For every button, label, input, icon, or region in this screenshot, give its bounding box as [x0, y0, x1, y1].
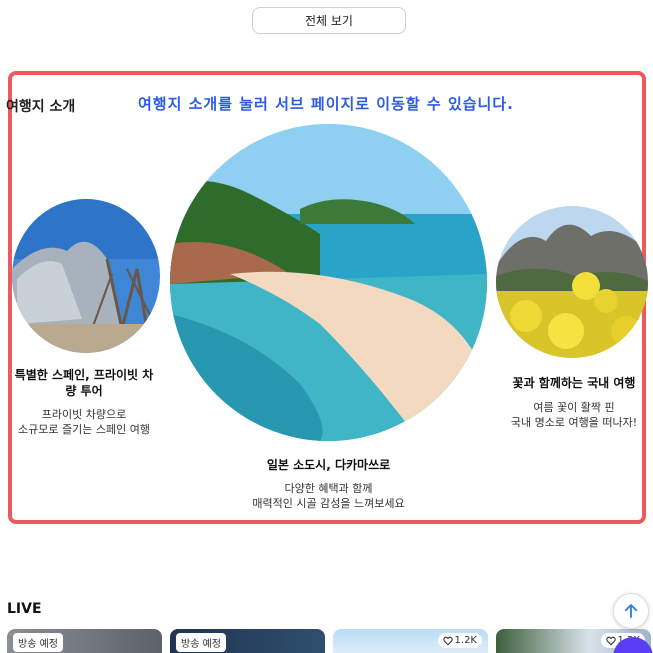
spain-card-desc-line1: 프라이빗 차량으로	[41, 408, 127, 421]
arrow-up-icon	[624, 604, 638, 618]
live-section-title: LIVE	[7, 601, 42, 617]
broadcast-scheduled-badge: 방송 예정	[13, 633, 63, 652]
spain-card-title[interactable]: 특별한 스페인, 프라이빗 차량 투어	[10, 367, 158, 399]
takamatsu-card-image[interactable]	[170, 124, 487, 441]
heart-icon	[442, 636, 453, 645]
takamatsu-card-desc-line2: 매력적인 시골 감성을 느껴보세요	[252, 497, 405, 510]
flowers-card-desc-line1: 여름 꽃이 활짝 핀	[533, 401, 615, 414]
takamatsu-card-desc-line1: 다양한 혜택과 함께	[284, 482, 373, 495]
scroll-to-top-button[interactable]	[613, 593, 649, 629]
section-title: 여행지 소개	[6, 99, 76, 115]
flowers-card-title[interactable]: 꽃과 함께하는 국내 여행	[494, 375, 653, 391]
like-count-value: 1.2K	[454, 635, 477, 646]
live-thumbnail[interactable]: 방송 예정	[170, 629, 325, 653]
heart-icon	[605, 636, 616, 645]
spain-card-desc-line2: 소규모로 즐기는 스페인 여행	[18, 423, 150, 436]
spain-card-image[interactable]	[12, 199, 160, 353]
flowers-card-image[interactable]	[496, 206, 648, 358]
view-all-button[interactable]: 전체 보기	[252, 7, 406, 34]
navigation-hint: 여행지 소개를 눌러 서브 페이지로 이동할 수 있습니다.	[138, 95, 514, 113]
live-thumbnail[interactable]: 1.2K	[333, 629, 488, 653]
live-thumbnail[interactable]: 방송 예정	[7, 629, 162, 653]
flowers-card-desc-line2: 국내 명소로 여행을 떠나자!	[510, 416, 638, 429]
takamatsu-card-title[interactable]: 일본 소도시, 다카마쓰로	[170, 457, 487, 473]
like-count: 1.2K	[437, 633, 482, 648]
broadcast-scheduled-badge: 방송 예정	[176, 633, 226, 652]
